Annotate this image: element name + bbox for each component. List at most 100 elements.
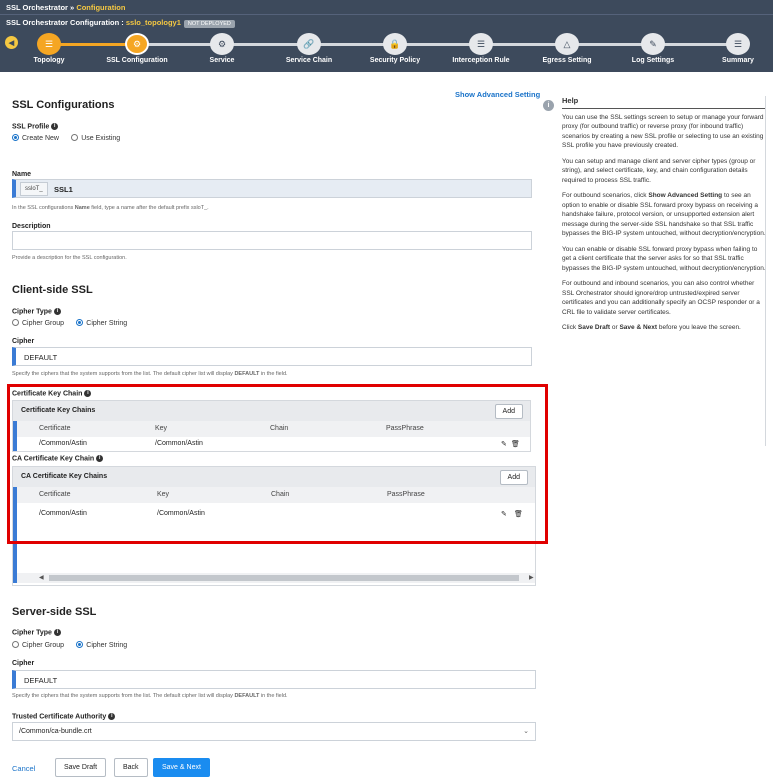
help-divider bbox=[765, 96, 766, 446]
step-log-label[interactable]: Log Settings bbox=[632, 57, 674, 64]
use-existing-label[interactable]: Use Existing bbox=[81, 135, 120, 142]
server-cipher-input[interactable]: DEFAULT bbox=[12, 670, 536, 689]
ssl-profile-options: Create New Use Existing bbox=[12, 133, 130, 142]
step-security-policy-icon[interactable]: 🔒 bbox=[383, 33, 407, 55]
ssl-profile-label-text: SSL Profile bbox=[12, 123, 50, 131]
help-title: Help bbox=[562, 96, 766, 109]
name-value[interactable]: SSL1 bbox=[54, 185, 73, 194]
info-icon: i bbox=[53, 308, 61, 315]
server-cipher-type-text: Cipher Type bbox=[12, 629, 52, 637]
breadcrumb: SSL Orchestrator » Configuration bbox=[0, 0, 773, 14]
client-cipher-hint-post: in the field. bbox=[259, 371, 288, 377]
step-topology-icon[interactable]: ☰ bbox=[37, 33, 61, 55]
help-p5: For outbound and inbound scenarios, you … bbox=[562, 280, 760, 316]
info-icon: i bbox=[108, 713, 116, 720]
scroll-left-icon[interactable]: ◀ bbox=[39, 574, 44, 581]
step-summary-label[interactable]: Summary bbox=[722, 57, 754, 64]
server-cipher-hint: Specify the ciphers that the system supp… bbox=[12, 693, 288, 699]
step-interception-icon[interactable]: ☰ bbox=[469, 33, 493, 55]
breadcrumb-page: Configuration bbox=[76, 3, 126, 12]
step-security-policy-label[interactable]: Security Policy bbox=[370, 57, 420, 64]
step-service-label[interactable]: Service bbox=[210, 57, 235, 64]
client-cipher-string-radio[interactable] bbox=[76, 319, 84, 327]
client-cipher-label: Cipher bbox=[12, 338, 35, 345]
save-draft-button[interactable]: Save Draft bbox=[55, 758, 107, 777]
collapse-icon[interactable]: ◀ bbox=[5, 36, 18, 49]
create-new-radio[interactable] bbox=[12, 134, 19, 142]
help-p3-pre: For outbound scenarios, click bbox=[562, 192, 649, 199]
client-cipher-input[interactable]: DEFAULT bbox=[12, 347, 532, 366]
config-prefix: SSL Orchestrator Configuration : bbox=[6, 18, 126, 27]
client-cipher-hint-pre: Specify the ciphers that the system supp… bbox=[12, 371, 235, 377]
ssl-profile-label: SSL Profile i bbox=[12, 123, 59, 131]
server-cipher-string-radio[interactable] bbox=[76, 641, 84, 649]
step-service-icon[interactable]: ⚙ bbox=[210, 33, 234, 55]
status-badge: NOT DEPLOYED bbox=[183, 20, 235, 28]
help-p6-post: before you leave the screen. bbox=[657, 324, 741, 331]
description-hint: Provide a description for the SSL config… bbox=[12, 255, 127, 261]
scrollbar-thumb[interactable] bbox=[49, 575, 519, 581]
step-topology-label[interactable]: Topology bbox=[34, 57, 65, 64]
help-p2: You can setup and manage client and serv… bbox=[562, 157, 756, 184]
client-cipher-type-options: Cipher Group Cipher String bbox=[12, 318, 137, 327]
wizard-bar: ☰ ⚙ ⚙ 🔗 🔒 ☰ △ ✎ ☰ Topology SSL Configura… bbox=[0, 30, 773, 72]
config-name: sslo_topology1 bbox=[125, 18, 181, 27]
server-cipher-hint-bold: DEFAULT bbox=[234, 693, 260, 699]
breadcrumb-app[interactable]: SSL Orchestrator bbox=[6, 3, 68, 12]
trusted-ca-label: Trusted Certificate Authority i bbox=[12, 713, 116, 720]
name-hint-post: field, type a name after the default pre… bbox=[89, 205, 209, 211]
help-p6: Click Save Draft or Save & Next before y… bbox=[562, 323, 766, 333]
name-label: Name bbox=[12, 171, 32, 178]
use-existing-radio[interactable] bbox=[71, 134, 79, 142]
name-hint-pre: In the SSL configurations bbox=[12, 205, 75, 211]
help-p6-pre: Click bbox=[562, 324, 578, 331]
step-log-icon[interactable]: ✎ bbox=[641, 33, 665, 55]
client-cipher-hint: Specify the ciphers that the system supp… bbox=[12, 371, 288, 377]
help-info-icon[interactable]: i bbox=[543, 100, 554, 111]
step-interception-label[interactable]: Interception Rule bbox=[452, 57, 509, 64]
client-side-title: Client-side SSL bbox=[12, 284, 93, 296]
server-cipher-value: DEFAULT bbox=[24, 676, 58, 685]
horizontal-scrollbar[interactable]: ◀ ▶ bbox=[13, 573, 535, 583]
info-icon: i bbox=[53, 629, 61, 636]
step-summary-icon[interactable]: ☰ bbox=[726, 33, 750, 55]
step-service-chain-label[interactable]: Service Chain bbox=[286, 57, 332, 64]
scroll-right-icon[interactable]: ▶ bbox=[529, 574, 534, 581]
help-panel: Help You can use the SSL settings screen… bbox=[562, 96, 766, 339]
cancel-button[interactable]: Cancel bbox=[12, 764, 35, 773]
show-advanced-link[interactable]: Show Advanced Setting bbox=[455, 90, 540, 99]
step-egress-icon[interactable]: △ bbox=[555, 33, 579, 55]
trusted-ca-value: /Common/ca-bundle.crt bbox=[19, 728, 92, 735]
chevron-down-icon[interactable]: ⌄ bbox=[523, 727, 529, 735]
client-cipher-string-label[interactable]: Cipher String bbox=[86, 320, 127, 327]
name-hint: In the SSL configurations Name field, ty… bbox=[12, 205, 209, 211]
server-cipher-hint-pre: Specify the ciphers that the system supp… bbox=[12, 693, 235, 699]
step-service-chain-icon[interactable]: 🔗 bbox=[297, 33, 321, 55]
help-p3: For outbound scenarios, click Show Advan… bbox=[562, 191, 766, 239]
server-cipher-type-label: Cipher Type i bbox=[12, 629, 61, 636]
step-egress-label[interactable]: Egress Setting bbox=[542, 57, 591, 64]
page-title: SSL Configurations bbox=[12, 99, 115, 111]
client-cipher-type-text: Cipher Type bbox=[12, 308, 52, 316]
server-cipher-type-options: Cipher Group Cipher String bbox=[12, 640, 137, 649]
config-title: SSL Orchestrator Configuration : sslo_to… bbox=[0, 14, 773, 30]
server-cipher-group-label[interactable]: Cipher Group bbox=[22, 642, 64, 649]
server-cipher-group-radio[interactable] bbox=[12, 641, 19, 649]
create-new-label[interactable]: Create New bbox=[22, 135, 59, 142]
name-field[interactable]: ssloT_ SSL1 bbox=[12, 179, 532, 198]
description-input[interactable] bbox=[12, 231, 532, 250]
save-next-button[interactable]: Save & Next bbox=[153, 758, 210, 777]
client-cipher-group-label[interactable]: Cipher Group bbox=[22, 320, 64, 327]
help-p1: You can use the SSL settings screen to s… bbox=[562, 113, 764, 150]
description-label: Description bbox=[12, 223, 51, 230]
step-ssl-label[interactable]: SSL Configuration bbox=[106, 57, 167, 64]
back-button[interactable]: Back bbox=[114, 758, 148, 777]
client-cipher-type-label: Cipher Type i bbox=[12, 308, 61, 315]
client-cipher-group-radio[interactable] bbox=[12, 319, 19, 327]
server-cipher-string-label[interactable]: Cipher String bbox=[86, 642, 127, 649]
server-side-title: Server-side SSL bbox=[12, 606, 97, 618]
help-p3-bold: Show Advanced Setting bbox=[648, 192, 723, 199]
trusted-ca-select[interactable]: /Common/ca-bundle.crt ⌄ bbox=[12, 722, 536, 741]
step-ssl-icon[interactable]: ⚙ bbox=[125, 33, 149, 55]
highlight-box bbox=[7, 384, 548, 544]
